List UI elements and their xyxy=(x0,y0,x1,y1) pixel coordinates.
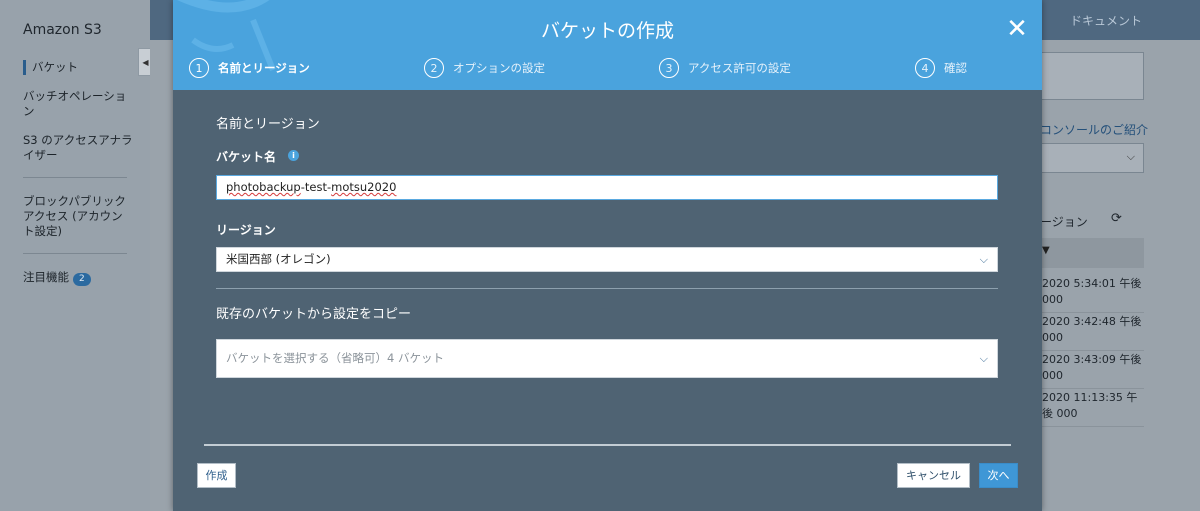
sidebar-nav: バケット バッチオペレーション S3 のアクセスアナライザー ブロックパブリック… xyxy=(23,60,133,300)
bucket-name-part: -test- xyxy=(300,180,332,194)
bucket-name-part: photobackup xyxy=(226,180,301,194)
background-panel xyxy=(1040,52,1144,100)
sidebar-item-label: 注目機能 xyxy=(23,270,69,284)
sidebar-item-batch-operations[interactable]: バッチオペレーション xyxy=(23,89,133,119)
region-value: 米国西部 (オレゴン) xyxy=(226,252,331,266)
step-number: 1 xyxy=(189,58,209,78)
table-row: 2020 3:43:09 午後 000 xyxy=(1040,352,1144,389)
create-bucket-dialog: バケットの作成 ✕ 1 名前とリージョン 2 オプションの設定 3 アクセス許可… xyxy=(173,0,1042,511)
create-button[interactable]: 作成 xyxy=(197,463,236,488)
dialog-body: 名前とリージョン バケット名 i photobackup-test-motsu2… xyxy=(173,90,1042,511)
region-column-header: ージョン xyxy=(1040,215,1088,229)
refresh-icon[interactable]: ⟳ xyxy=(1111,211,1122,226)
sort-down-icon[interactable]: ▼ xyxy=(1042,245,1050,256)
step-permissions[interactable]: 3 アクセス許可の設定 xyxy=(659,58,791,78)
dialog-header: バケットの作成 ✕ 1 名前とリージョン 2 オプションの設定 3 アクセス許可… xyxy=(173,0,1042,90)
count-badge: 2 xyxy=(73,273,91,286)
info-icon[interactable]: i xyxy=(288,150,299,161)
cancel-button[interactable]: キャンセル xyxy=(897,463,970,488)
region-select[interactable]: 米国西部 (オレゴン) ⌵ xyxy=(216,247,998,272)
sidebar-item-buckets[interactable]: バケット xyxy=(23,60,133,75)
table-row: 2020 11:13:35 午後 000 xyxy=(1040,390,1144,427)
step-label: オプションの設定 xyxy=(453,61,545,75)
triangle-left-icon: ◀ xyxy=(142,57,149,67)
table-row: 2020 3:42:48 午後 000 xyxy=(1040,314,1144,351)
chevron-down-icon: ⌵ xyxy=(979,253,988,266)
section-title: 名前とリージョン xyxy=(216,117,320,132)
step-number: 2 xyxy=(424,58,444,78)
close-icon[interactable]: ✕ xyxy=(1006,16,1028,42)
bucket-name-label: バケット名 xyxy=(216,150,277,164)
chevron-down-icon: ⌵ xyxy=(979,352,988,365)
step-label: 名前とリージョン xyxy=(218,61,310,75)
step-label: 確認 xyxy=(944,61,967,75)
chevron-down-icon: ⌵ xyxy=(1126,150,1135,163)
copy-settings-label: 既存のバケットから設定をコピー xyxy=(216,307,412,322)
dialog-title: バケットの作成 xyxy=(540,20,674,42)
bucket-name-part: motsu2020 xyxy=(331,180,397,194)
region-label: リージョン xyxy=(216,223,276,237)
step-label: アクセス許可の設定 xyxy=(688,61,791,75)
section-divider xyxy=(216,288,998,289)
table-header: ▼ xyxy=(1040,238,1144,268)
sidebar: Amazon S3 バケット バッチオペレーション S3 のアクセスアナライザー… xyxy=(0,0,150,511)
copy-bucket-select[interactable]: バケットを選択する（省略可）4 バケット ⌵ xyxy=(216,339,998,378)
sidebar-brand[interactable]: Amazon S3 xyxy=(23,22,102,38)
bucket-name-input[interactable]: photobackup-test-motsu2020 xyxy=(216,175,998,200)
sidebar-item-access-analyzer[interactable]: S3 のアクセスアナライザー xyxy=(23,133,133,163)
step-number: 3 xyxy=(659,58,679,78)
step-number: 4 xyxy=(915,58,935,78)
sidebar-item-featured[interactable]: 注目機能 2 xyxy=(23,270,133,286)
next-button[interactable]: 次へ xyxy=(979,463,1018,488)
sidebar-item-block-public-access[interactable]: ブロックパブリックアクセス (アカウント設定) xyxy=(23,194,133,239)
sidebar-divider xyxy=(23,177,127,178)
footer-divider xyxy=(204,444,1011,446)
step-name-region[interactable]: 1 名前とリージョン xyxy=(189,58,310,78)
step-options[interactable]: 2 オプションの設定 xyxy=(424,58,545,78)
background-select[interactable]: ⌵ xyxy=(1040,143,1144,173)
documentation-link[interactable]: ドキュメント xyxy=(1070,12,1142,29)
step-review[interactable]: 4 確認 xyxy=(915,58,967,78)
console-intro-link[interactable]: コンソールのご紹介 xyxy=(1040,121,1148,138)
sidebar-divider xyxy=(23,253,127,254)
copy-bucket-placeholder: バケットを選択する（省略可）4 バケット xyxy=(226,351,444,365)
table-row: 2020 5:34:01 午後 000 xyxy=(1040,276,1144,313)
wizard-steps: 1 名前とリージョン 2 オプションの設定 3 アクセス許可の設定 4 確認 xyxy=(173,58,1042,82)
